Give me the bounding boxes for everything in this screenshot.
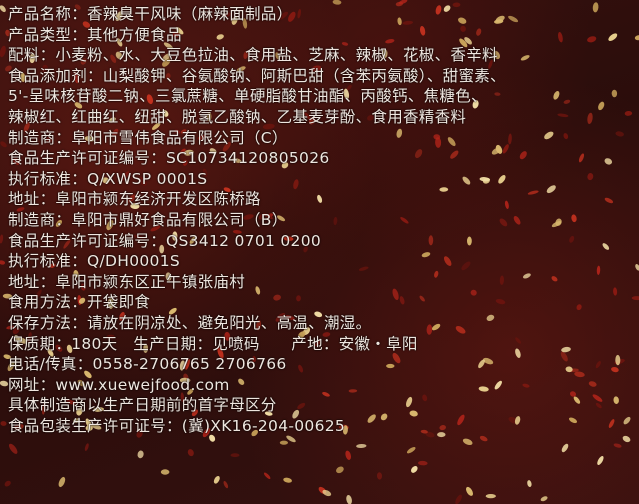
sesame-seed bbox=[283, 477, 292, 483]
label-line-license-c: 食品生产许可证编号：SC10734120805026 bbox=[8, 149, 330, 168]
sesame-seed bbox=[406, 447, 416, 454]
sesame-seed bbox=[411, 465, 418, 473]
label-line-phone: 电话/传真：0558-2706765 2706766 bbox=[8, 355, 287, 374]
sesame-seed bbox=[540, 496, 548, 502]
label-line-ingredients: 配料：小麦粉、水、大豆色拉油、食用盐、芝麻、辣椒、花椒、香辛料 bbox=[8, 46, 498, 65]
chili-flake bbox=[4, 480, 11, 487]
label-line-manufacturer-b: 制造商：阜阳市鼎好食品有限公司（B） bbox=[8, 210, 288, 229]
sesame-seed bbox=[356, 443, 367, 449]
sesame-seed bbox=[465, 486, 474, 496]
chili-flake bbox=[418, 460, 428, 466]
sesame-seed bbox=[58, 476, 66, 488]
label-line-product-type: 产品类型：其他方便食品 bbox=[8, 25, 182, 44]
label-line-address-b: 地址：阜阳市颍东区正午镇张庙村 bbox=[8, 272, 246, 291]
sesame-seed bbox=[213, 475, 220, 484]
sesame-seed bbox=[561, 443, 569, 453]
label-line-address-c: 地址：阜阳市颍东经济开发区陈桥路 bbox=[8, 190, 261, 209]
label-line-product-name: 产品名称：香辣臭干风味（麻辣面制品） bbox=[8, 5, 293, 23]
chili-flake bbox=[0, 141, 7, 148]
sesame-seed bbox=[635, 264, 639, 271]
label-line-license-b: 食品生产许可证编号：QS3412 0701 0200 bbox=[8, 231, 322, 250]
chili-flake bbox=[0, 45, 6, 58]
chili-flake bbox=[8, 443, 18, 454]
label-line-storage: 保存方法：请放在阴凉处、避免阳光、高温、潮湿。 bbox=[8, 313, 372, 332]
sesame-seed bbox=[597, 455, 604, 466]
chili-flake bbox=[187, 449, 194, 457]
sesame-seed bbox=[0, 5, 6, 13]
chili-flake bbox=[613, 443, 622, 448]
label-line-additives-3: 辣椒红、红曲红、纽甜、脱氢乙酸钠、乙基麦芽酚、食用香精香料 bbox=[8, 107, 467, 126]
sesame-seed bbox=[346, 494, 352, 504]
label-line-standard-c: 执行标准：Q/XWSP 0001S bbox=[8, 169, 208, 188]
label-line-usage: 食用方法：开袋即食 bbox=[8, 293, 151, 312]
label-line-additives-1: 食品添加剂：山梨酸钾、谷氨酸钠、阿斯巴甜（含苯丙氨酸）、甜蜜素、 bbox=[8, 66, 506, 85]
chili-flake bbox=[84, 443, 89, 451]
sesame-seed bbox=[137, 450, 144, 459]
chili-flake bbox=[455, 494, 462, 504]
sesame-seed bbox=[279, 440, 288, 445]
label-line-packaging-license: 食品包装生产许可证号：(冀)XK16-204-00625 bbox=[8, 416, 346, 435]
sesame-seed bbox=[160, 469, 170, 475]
chili-flake bbox=[263, 472, 271, 480]
label-line-shelf-life: 保质期：180天 生产日期：见喷码 产地：安徽・阜阳 bbox=[8, 334, 418, 353]
chili-flake bbox=[0, 421, 7, 426]
sesame-seed bbox=[462, 438, 473, 446]
chili-flake bbox=[376, 472, 383, 480]
sesame-seed bbox=[634, 35, 639, 41]
label-line-additives-2: 5'-呈味核苷酸二钠、三氯蔗糖、单硬脂酸甘油酯、丙酸钙、焦糖色、 bbox=[8, 87, 487, 106]
sesame-seed bbox=[336, 466, 344, 474]
chili-flake bbox=[0, 234, 4, 244]
chili-flake bbox=[345, 450, 352, 460]
package-label-photo: 产品名称：香辣臭干风味（麻辣面制品） 产品类型：其他方便食品 配料：小麦粉、水、… bbox=[0, 0, 639, 504]
label-line-manufacturer-c: 制造商：阜阳市雪伟食品有限公司（C） bbox=[8, 128, 288, 147]
label-line-website: 网址：www.xuewejfood.com bbox=[8, 375, 230, 394]
chili-flake bbox=[0, 260, 6, 265]
label-text-block: 产品名称：香辣臭干风味（麻辣面制品） 产品类型：其他方便食品 配料：小麦粉、水、… bbox=[8, 4, 633, 436]
chili-flake bbox=[223, 481, 229, 489]
label-line-note: 具体制造商以生产日期前的首字母区分 bbox=[8, 396, 277, 415]
chili-flake bbox=[230, 453, 240, 458]
label-line-standard-b: 执行标准：Q/DH0001S bbox=[8, 252, 180, 271]
sesame-seed bbox=[485, 494, 496, 499]
sesame-seed bbox=[527, 480, 532, 488]
